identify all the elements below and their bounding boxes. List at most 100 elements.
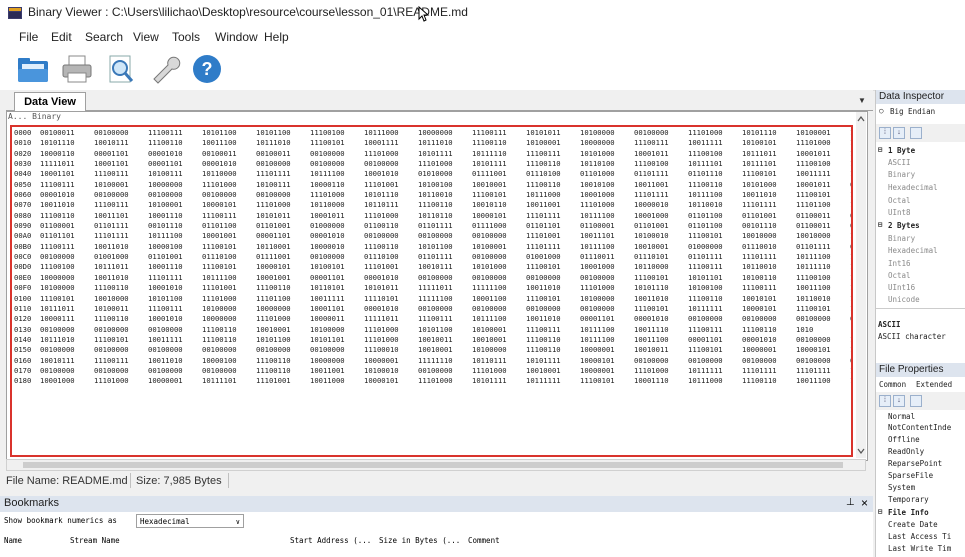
byte-cell[interactable]: 10110000 — [634, 262, 688, 272]
byte-cell[interactable]: 11101000 — [310, 190, 364, 200]
byte-cell[interactable]: 10000010 — [310, 242, 364, 252]
byte-cell[interactable]: 11100101 — [634, 273, 688, 283]
byte-cell[interactable]: 10000000 — [418, 128, 472, 138]
byte-cell[interactable]: 11100110 — [148, 138, 202, 148]
byte-cell[interactable]: 10100001 — [526, 138, 580, 148]
byte-cell[interactable]: 10010001 — [526, 366, 580, 376]
help-icon[interactable]: ? — [190, 53, 224, 85]
categorized-icon[interactable]: ⁞ — [879, 395, 891, 407]
byte-cell[interactable]: 00100000 — [202, 366, 256, 376]
byte-cell[interactable]: 10011111 — [310, 294, 364, 304]
pin-icon[interactable]: ⊥ — [846, 497, 855, 508]
byte-cell[interactable]: 10111000 — [364, 128, 418, 138]
byte-cell[interactable]: 00001101 — [256, 231, 310, 241]
byte-cell[interactable]: 01101111 — [688, 252, 742, 262]
byte-cell[interactable]: 10001000 — [580, 262, 634, 272]
byte-cell[interactable]: 10001010 — [148, 283, 202, 293]
byte-cell[interactable]: 00100000 — [364, 231, 418, 241]
byte-cell[interactable]: 10101011 — [256, 211, 310, 221]
tab-dropdown-icon[interactable]: ▼ — [858, 96, 866, 105]
byte-cell[interactable]: 1010 — [850, 283, 851, 293]
byte-cell[interactable]: 10100001 — [94, 180, 148, 190]
byte-cell[interactable]: 11101111 — [742, 200, 796, 210]
byte-cell[interactable]: 00100000 — [742, 356, 796, 366]
byte-cell[interactable]: 10010111 — [418, 262, 472, 272]
byte-cell[interactable]: 10001110 — [148, 211, 202, 221]
byte-cell[interactable]: 11100110 — [94, 283, 148, 293]
byte-cell[interactable]: 10000101 — [742, 304, 796, 314]
byte-cell[interactable]: 11100100 — [310, 128, 364, 138]
byte-cell[interactable]: 11101111 — [634, 190, 688, 200]
menu-help[interactable]: Help — [264, 30, 289, 44]
byte-cell[interactable]: 1001 — [850, 345, 851, 355]
byte-cell[interactable]: 01111001 — [472, 169, 526, 179]
byte-cell[interactable]: 10000110 — [310, 180, 364, 190]
byte-cell[interactable]: 1000 — [850, 252, 851, 262]
byte-cell[interactable]: 1010 — [850, 169, 851, 179]
byte-cell[interactable]: 10010001 — [418, 345, 472, 355]
byte-cell[interactable]: 1010 — [796, 325, 850, 335]
tab-data-view[interactable]: Data View — [14, 92, 86, 111]
byte-cell[interactable]: 00100000 — [688, 356, 742, 366]
byte-cell[interactable]: 11111110 — [418, 356, 472, 366]
byte-cell[interactable]: 10101000 — [742, 180, 796, 190]
byte-cell[interactable]: 11100111 — [688, 262, 742, 272]
byte-cell[interactable]: 01101100 — [688, 221, 742, 231]
byte-cell[interactable]: 10100110 — [742, 273, 796, 283]
byte-cell[interactable]: 10101100 — [418, 242, 472, 252]
byte-cell[interactable]: 10111011 — [40, 304, 94, 314]
byte-cell[interactable]: 00100000 — [148, 345, 202, 355]
byte-cell[interactable]: 00100000 — [40, 252, 94, 262]
byte-cell[interactable]: 10100000 — [310, 325, 364, 335]
byte-cell[interactable]: 11100111 — [688, 325, 742, 335]
byte-cell[interactable]: 11101000 — [256, 200, 310, 210]
byte-cell[interactable]: 11101000 — [256, 314, 310, 324]
byte-cell[interactable]: 10011000 — [310, 376, 364, 386]
byte-cell[interactable]: 10001000 — [580, 190, 634, 200]
byte-cell[interactable]: 11101100 — [256, 294, 310, 304]
expand-collapse-icon[interactable]: ⊟ — [878, 507, 883, 516]
byte-cell[interactable]: 00001010 — [40, 190, 94, 200]
byte-cell[interactable]: 10110001 — [256, 242, 310, 252]
byte-cell[interactable]: 01101101 — [526, 221, 580, 231]
byte-cell[interactable]: 11100100 — [796, 159, 850, 169]
scroll-thumb[interactable] — [23, 462, 843, 468]
byte-cell[interactable]: 00100000 — [472, 252, 526, 262]
byte-cell[interactable]: 01110100 — [526, 169, 580, 179]
byte-cell[interactable]: 1001 — [850, 231, 851, 241]
byte-cell[interactable]: 01100001 — [40, 221, 94, 231]
menu-file[interactable]: File — [19, 30, 38, 44]
byte-cell[interactable]: 00100000 — [310, 149, 364, 159]
byte-cell[interactable]: 10000101 — [256, 262, 310, 272]
byte-cell[interactable]: 00100000 — [40, 325, 94, 335]
byte-cell[interactable]: 11101000 — [634, 366, 688, 376]
byte-cell[interactable]: 10001011 — [310, 211, 364, 221]
byte-cell[interactable]: 10100000 — [580, 294, 634, 304]
byte-cell[interactable]: 11101111 — [94, 231, 148, 241]
byte-cell[interactable]: 10000101 — [364, 376, 418, 386]
byte-cell[interactable]: 11100101 — [472, 190, 526, 200]
byte-cell[interactable]: 01110011 — [580, 252, 634, 262]
byte-cell[interactable]: 00001010 — [634, 314, 688, 324]
byte-cell[interactable]: 01010000 — [418, 169, 472, 179]
byte-cell[interactable]: 00100000 — [418, 304, 472, 314]
byte-cell[interactable]: 11100111 — [148, 128, 202, 138]
byte-cell[interactable]: 10011010 — [634, 294, 688, 304]
byte-cell[interactable]: 1011 — [850, 159, 851, 169]
byte-cell[interactable]: 00100000 — [148, 190, 202, 200]
byte-cell[interactable]: 10110111 — [364, 200, 418, 210]
byte-cell[interactable]: 10111011 — [742, 149, 796, 159]
byte-cell[interactable]: 10010100 — [580, 180, 634, 190]
byte-cell[interactable]: 11100100 — [796, 273, 850, 283]
byte-cell[interactable]: 11100110 — [418, 200, 472, 210]
byte-cell[interactable]: 10011001 — [526, 200, 580, 210]
byte-cell[interactable]: 1000 — [850, 200, 851, 210]
byte-cell[interactable]: 0000 — [850, 180, 851, 190]
byte-cell[interactable]: 1011 — [850, 262, 851, 272]
byte-cell[interactable]: 10000001 — [364, 356, 418, 366]
menu-search[interactable]: Search — [85, 30, 123, 44]
byte-cell[interactable]: 01100011 — [796, 221, 850, 231]
byte-cell[interactable]: 00001010 — [364, 273, 418, 283]
byte-cell[interactable]: 10011010 — [40, 200, 94, 210]
byte-cell[interactable]: 10100111 — [148, 169, 202, 179]
